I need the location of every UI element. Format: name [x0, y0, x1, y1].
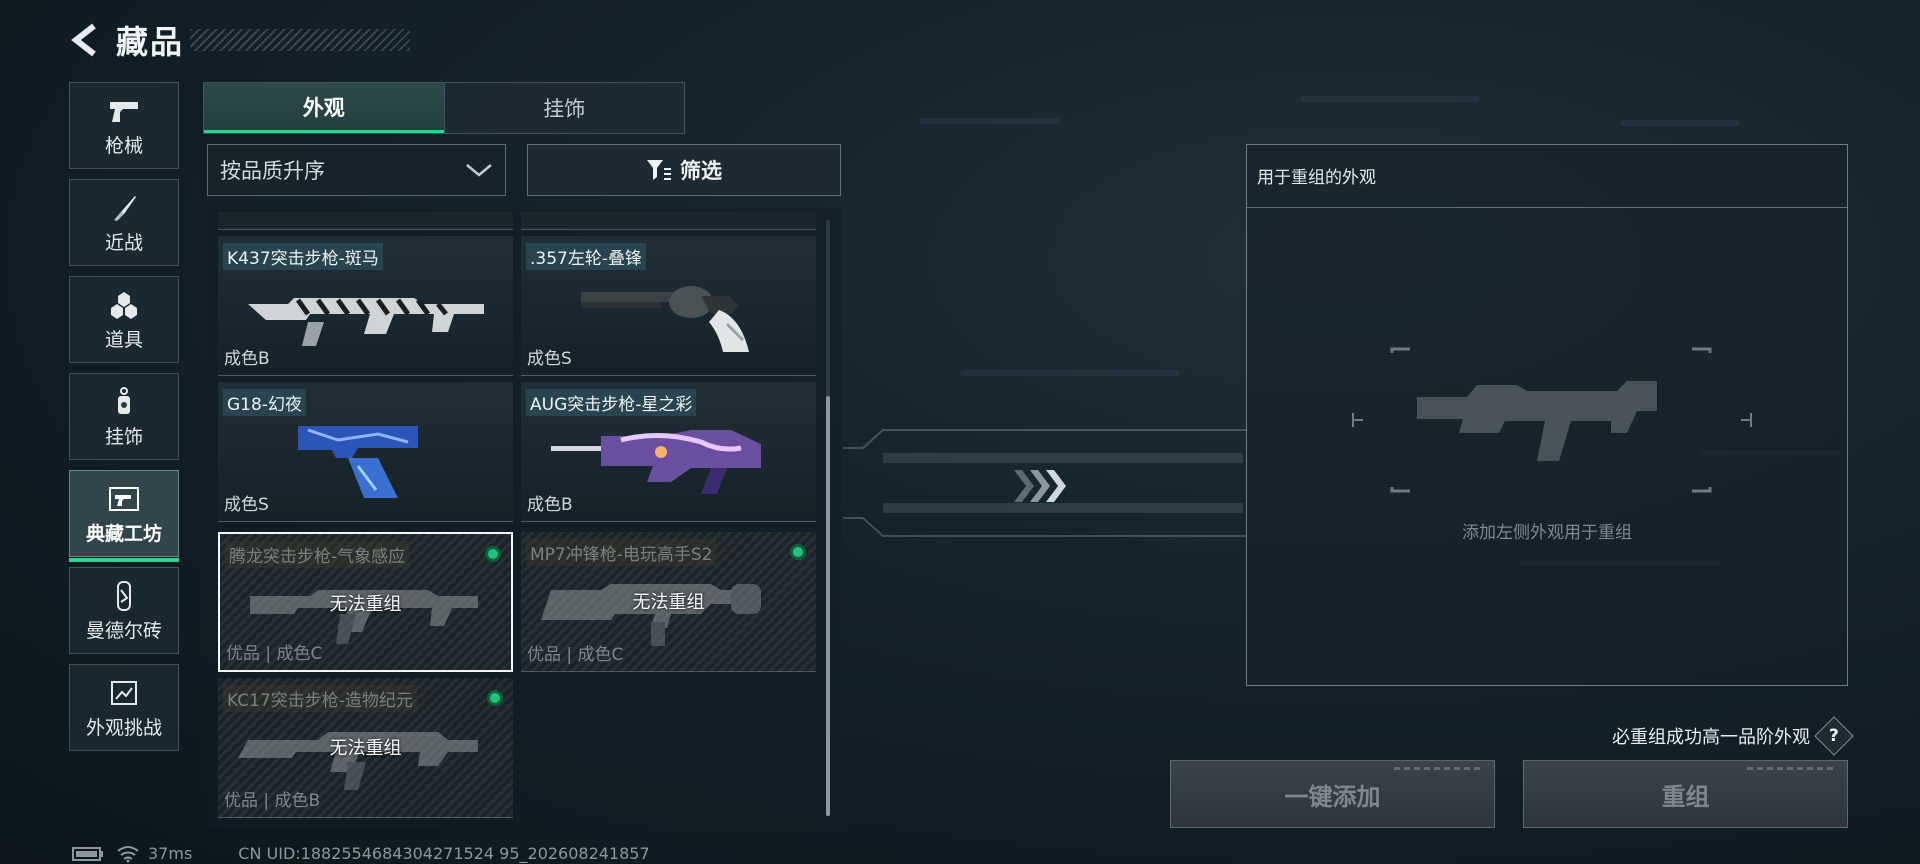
- panel-divider: [1247, 207, 1847, 208]
- empty-hint: 添加左侧外观用于重组: [1462, 523, 1632, 543]
- sort-dropdown[interactable]: 按品质升序: [207, 144, 506, 196]
- add-all-button[interactable]: 一键添加: [1170, 760, 1495, 828]
- guarantee-text: 必重组成功高一品阶外观: [1612, 727, 1810, 748]
- sidebar-item-label: 外观挑战: [85, 717, 162, 739]
- tab-appearance[interactable]: 外观: [204, 83, 444, 133]
- page-header: 藏品: [68, 18, 411, 62]
- category-sidebar: 枪械 近战 道具 挂饰 典藏工坊 曼德尔砖 外观挑战: [69, 82, 179, 761]
- brick-icon: [104, 578, 144, 614]
- sidebar-item-label: 近战: [104, 232, 143, 254]
- chevrons-right-icon: [1014, 470, 1066, 502]
- owned-status-indicator: [485, 546, 501, 562]
- rifle-zebra-image: [248, 298, 484, 346]
- reassemble-label: 重组: [1661, 782, 1710, 811]
- skin-name: KC17突击步枪-造物纪元: [223, 685, 417, 712]
- sidebar-item-charms[interactable]: 挂饰: [69, 373, 179, 460]
- add-all-label: 一键添加: [1284, 782, 1381, 811]
- title-decoration: [190, 29, 411, 51]
- owned-status-indicator: [487, 690, 503, 706]
- sidebar-item-workshop[interactable]: 典藏工坊: [69, 470, 179, 562]
- skin-card[interactable]: K437突击步枪-斑马 成色B: [218, 236, 513, 376]
- status-bar: 37ms CN UID:1882554684304271524 95_20260…: [72, 844, 650, 863]
- user-uid: CN UID:1882554684304271524 95_2026082418…: [238, 844, 650, 863]
- pistol-night-image: [298, 426, 418, 498]
- filter-button[interactable]: 筛选: [527, 144, 841, 196]
- cannot-reassemble-label: 无法重组: [329, 594, 402, 615]
- sidebar-item-items[interactable]: 道具: [69, 276, 179, 363]
- list-item-partial: [218, 212, 513, 230]
- battery-icon: [72, 846, 103, 861]
- charm-icon: [104, 384, 144, 420]
- sidebar-item-label: 道具: [104, 329, 143, 351]
- back-button[interactable]: [68, 20, 102, 60]
- tab-bar: 外观 挂饰: [203, 82, 685, 134]
- sidebar-item-guns[interactable]: 枪械: [69, 82, 179, 169]
- owned-status-indicator: [790, 544, 806, 560]
- skin-card[interactable]: .357左轮-叠锋 成色S: [521, 236, 816, 376]
- help-icon[interactable]: ?: [1814, 716, 1854, 756]
- skin-name: MP7冲锋枪-电玩高手S2: [526, 539, 717, 566]
- revolver-image: [581, 286, 749, 352]
- reassemble-panel: 用于重组的外观 添加左侧外观用于重组: [1246, 144, 1848, 686]
- guarantee-note: 必重组成功高一品阶外观 ?: [1612, 716, 1854, 756]
- ping-value: 37ms: [148, 844, 193, 863]
- skin-name: AUG突击步枪-星之彩: [526, 389, 697, 416]
- skin-card[interactable]: 腾龙突击步枪-气象感应 无法重组 优品 | 成色C: [218, 532, 513, 672]
- tab-charms[interactable]: 挂饰: [443, 83, 685, 133]
- skin-grade: 优品 | 成色C: [226, 644, 323, 664]
- cannot-reassemble-label: 无法重组: [329, 738, 402, 759]
- sidebar-item-mandel-brick[interactable]: 曼德尔砖: [69, 567, 179, 654]
- scrollbar-thumb[interactable]: [826, 396, 830, 816]
- panel-title: 用于重组的外观: [1257, 168, 1376, 188]
- sort-value: 按品质升序: [220, 159, 325, 183]
- skin-grade: 成色S: [527, 349, 572, 369]
- skin-card[interactable]: AUG突击步枪-星之彩 成色B: [521, 382, 816, 522]
- skin-grade: 优品 | 成色B: [224, 791, 321, 811]
- filter-label: 筛选: [680, 159, 722, 183]
- skin-card[interactable]: MP7冲锋枪-电玩高手S2 无法重组 优品 | 成色C: [521, 532, 816, 672]
- button-decoration: [1747, 767, 1837, 770]
- list-item-partial: [521, 212, 816, 230]
- sidebar-item-label: 典藏工坊: [85, 523, 162, 545]
- gear-cluster-icon: [104, 287, 144, 323]
- workshop-icon: [104, 481, 144, 517]
- skin-grade: 成色B: [527, 495, 573, 515]
- skin-name: K437突击步枪-斑马: [223, 243, 383, 270]
- pistol-icon: [104, 93, 144, 129]
- rifle-aug-image: [551, 430, 761, 494]
- skin-grade: 成色S: [224, 495, 269, 515]
- cannot-reassemble-label: 无法重组: [632, 592, 705, 613]
- wifi-icon: [117, 845, 139, 862]
- button-decoration: [1394, 767, 1484, 770]
- sidebar-item-melee[interactable]: 近战: [69, 179, 179, 266]
- skin-grade: 优品 | 成色C: [527, 645, 624, 665]
- skin-name: 腾龙突击步枪-气象感应: [225, 541, 410, 568]
- page-title: 藏品: [116, 23, 185, 61]
- reassemble-button[interactable]: 重组: [1523, 760, 1848, 828]
- sidebar-item-challenge[interactable]: 外观挑战: [69, 664, 179, 751]
- knife-icon: [104, 190, 144, 226]
- empty-slot-placeholder[interactable]: [1347, 345, 1757, 495]
- back-arrow-icon: [71, 23, 96, 57]
- sidebar-item-label: 挂饰: [104, 426, 143, 448]
- filter-icon: [647, 160, 671, 180]
- skin-grade: 成色B: [224, 349, 270, 369]
- sidebar-item-label: 枪械: [104, 135, 143, 157]
- sidebar-item-label: 曼德尔砖: [85, 620, 162, 642]
- skin-name: G18-幻夜: [223, 389, 306, 416]
- skin-card[interactable]: G18-幻夜 成色S: [218, 382, 513, 522]
- chevron-down-icon: [466, 164, 492, 177]
- skin-name: .357左轮-叠锋: [526, 243, 646, 270]
- challenge-icon: [104, 675, 144, 711]
- skin-card[interactable]: KC17突击步枪-造物纪元 无法重组 优品 | 成色B: [218, 678, 513, 818]
